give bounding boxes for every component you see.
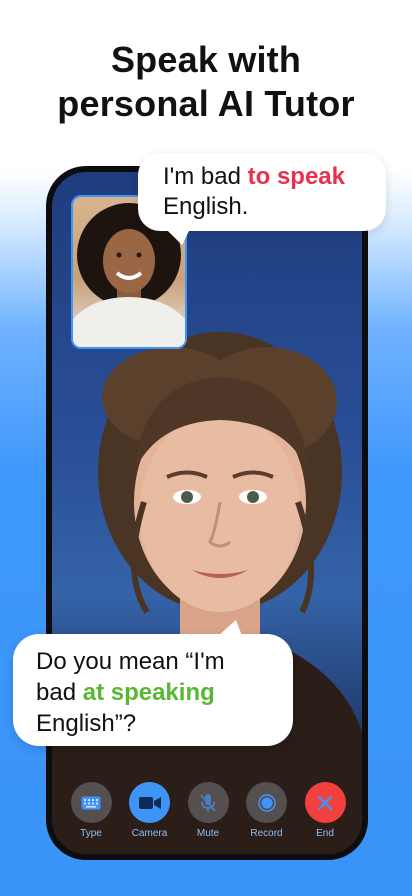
correction-highlight: at speaking [82, 679, 215, 706]
call-controls: Type Camera Mute Record End [62, 782, 354, 844]
correction-line-1: Do you mean “I'm [36, 648, 225, 675]
type-button[interactable]: Type [62, 782, 120, 844]
camera-label: Camera [131, 828, 168, 839]
student-face [103, 229, 155, 293]
close-icon [317, 795, 333, 810]
camera-icon [138, 796, 161, 809]
correction-line-3: English”? [36, 710, 137, 737]
record-button[interactable]: Record [238, 782, 296, 844]
record-icon [257, 793, 276, 812]
camera-button[interactable]: Camera [121, 782, 179, 844]
bubble-tail [218, 620, 248, 636]
headline-line-2: personal AI Tutor [57, 83, 355, 124]
end-call-button[interactable]: End [296, 782, 354, 844]
mistake-highlight: to speak [247, 163, 345, 190]
record-label: Record [250, 828, 283, 839]
correction-line-2: bad at speaking [36, 679, 215, 706]
user-speech-line-2: English. [163, 193, 249, 220]
page-headline: Speak with personal AI Tutor [0, 38, 412, 126]
keyboard-icon [81, 796, 101, 809]
end-label: End [316, 828, 334, 839]
mic-off-icon [200, 793, 216, 812]
bubble-tail [165, 229, 195, 245]
tutor-correction-bubble: Do you mean “I'm bad at speaking English… [13, 620, 293, 746]
mute-button[interactable]: Mute [179, 782, 237, 844]
headline-line-1: Speak with [110, 39, 302, 80]
user-speech-bubble: I'm bad to speak English. [138, 153, 386, 245]
type-label: Type [80, 828, 102, 839]
mute-label: Mute [196, 828, 220, 839]
user-speech-line-1: I'm bad to speak [163, 163, 345, 190]
